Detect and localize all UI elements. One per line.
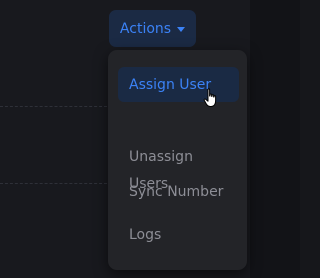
divider-line [0, 183, 112, 184]
menu-item-label: Assign User [129, 76, 212, 93]
menu-item-logs[interactable]: Logs [118, 225, 239, 245]
menu-item-sync-number[interactable]: Sync Number [118, 182, 239, 202]
menu-item-label: Sync Number [129, 184, 224, 200]
hand-pointer-cursor-icon [203, 88, 217, 107]
actions-dropdown-menu: Assign User Unassign Users Sync Number L… [108, 50, 247, 270]
divider-line [0, 106, 112, 107]
right-panel [250, 0, 300, 278]
actions-button-label: Actions [119, 20, 172, 37]
menu-item-label: Logs [129, 227, 162, 243]
caret-down-icon [177, 26, 186, 32]
actions-dropdown-button[interactable]: Actions [109, 10, 196, 47]
menu-item-assign-user[interactable]: Assign User [118, 67, 239, 102]
